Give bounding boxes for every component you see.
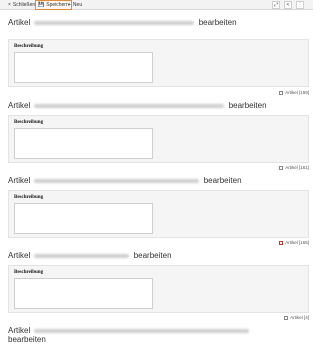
description-card-4: Beschreibung (8, 265, 309, 313)
toolbar: × Schließen 💾 Speichern + Neu ⤢ < ⋮ (0, 0, 313, 10)
meta-label: Artikel (285, 240, 298, 245)
section-title-4: Artikel bearbeiten (8, 251, 308, 260)
meta-count: [155] (298, 240, 309, 245)
field-label: Beschreibung (14, 44, 44, 49)
open-external-button[interactable]: ⤢ (272, 1, 280, 9)
description-card-2: Beschreibung (8, 115, 309, 163)
meta-count: [4] (303, 315, 309, 320)
section-title-2: Artikel bearbeiten (8, 101, 308, 110)
article-icon (284, 316, 289, 320)
title-prefix: Artikel (8, 326, 31, 335)
article-icon (279, 91, 284, 95)
section-title-3: Artikel bearbeiten (8, 176, 308, 185)
title-prefix: Artikel (8, 101, 31, 110)
title-suffix: bearbeiten (228, 101, 267, 110)
more-button[interactable]: ⋮ (296, 1, 304, 9)
article-meta-2: Artikel [161] (279, 165, 309, 171)
share-icon: < (286, 1, 290, 8)
article-icon (279, 166, 284, 170)
section-title-5: Artikel bearbeiten (8, 326, 308, 344)
field-label: Beschreibung (14, 120, 44, 125)
close-icon: × (8, 1, 11, 8)
close-button[interactable]: × Schließen (6, 0, 37, 10)
title-prefix: Artikel (8, 18, 31, 27)
open-external-icon: ⤢ (273, 1, 278, 8)
title-suffix: bearbeiten (203, 176, 242, 185)
meta-label: Artikel (290, 315, 303, 320)
close-label: Schließen (12, 1, 36, 8)
share-button[interactable]: < (284, 1, 292, 9)
description-card-1: Beschreibung (8, 39, 309, 87)
field-label: Beschreibung (14, 270, 44, 275)
meta-label: Artikel (285, 90, 298, 95)
title-suffix: bearbeiten (198, 18, 237, 27)
article-meta-4: Artikel [4] (284, 315, 309, 321)
new-label: Neu (72, 1, 83, 8)
title-prefix: Artikel (8, 176, 31, 185)
description-textarea[interactable] (14, 128, 153, 159)
meta-count: [159] (298, 90, 309, 95)
more-icon: ⋮ (297, 1, 303, 8)
description-textarea[interactable] (14, 203, 153, 234)
article-meta-3: Artikel [155] (279, 240, 309, 246)
plus-icon: + (68, 1, 71, 8)
title-suffix: bearbeiten (8, 335, 46, 344)
article-warning-icon (279, 241, 284, 245)
title-prefix: Artikel (8, 251, 31, 260)
save-icon: 💾 (38, 1, 45, 8)
section-title-1: Artikel bearbeiten (8, 18, 308, 27)
meta-count: [161] (298, 165, 309, 170)
meta-label: Artikel (285, 165, 298, 170)
description-card-3: Beschreibung (8, 190, 309, 238)
title-suffix: bearbeiten (133, 251, 172, 260)
description-textarea[interactable] (14, 278, 153, 309)
description-textarea[interactable] (14, 52, 153, 83)
article-meta-1: Artikel [159] (279, 90, 309, 96)
redacted-title (34, 178, 200, 183)
new-button[interactable]: + Neu (66, 0, 84, 10)
field-label: Beschreibung (14, 195, 44, 200)
redacted-title (34, 103, 225, 108)
redacted-title (34, 328, 250, 333)
redacted-title (34, 20, 195, 25)
redacted-title (34, 253, 130, 258)
